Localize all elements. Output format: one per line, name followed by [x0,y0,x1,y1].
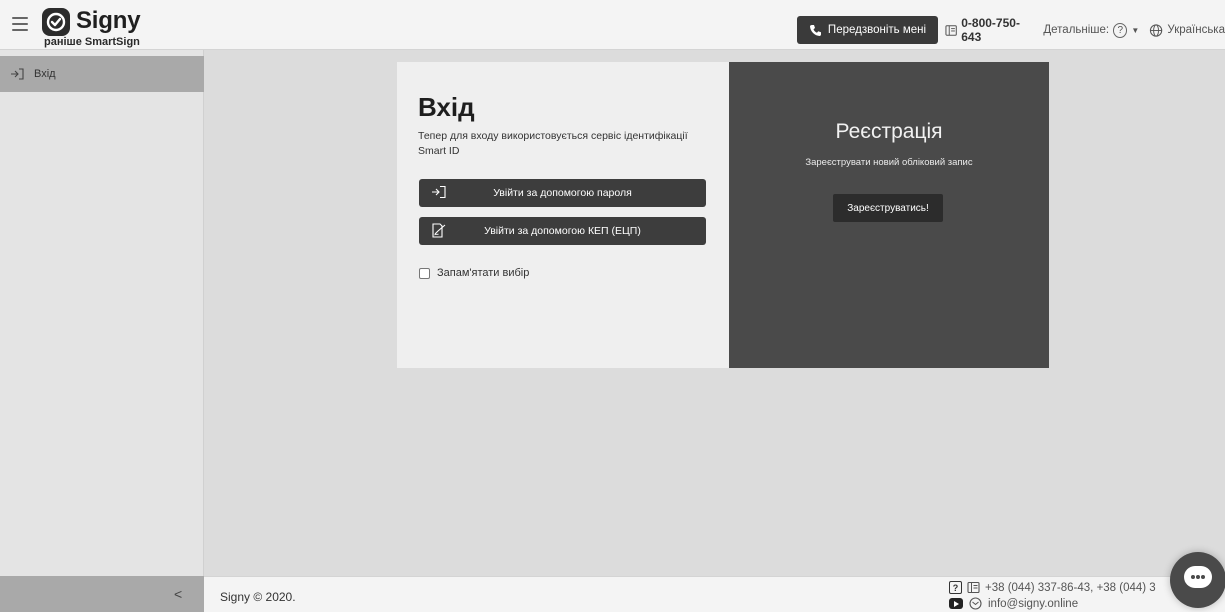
login-title: Вхід [418,92,475,122]
login-panel: Вхід Тепер для входу використовується се… [397,62,729,368]
remember-choice: Запам'ятати вибір [419,267,529,279]
footer: Signy © 2020. ? +38 (044) 337-86-43, +38… [204,576,1225,612]
footer-phones[interactable]: +38 (044) 337-86-43, +38 (044) 3 [985,582,1156,594]
phone-icon [809,24,821,36]
callback-button[interactable]: Передзвоніть мені [797,16,938,44]
sidebar-item-login[interactable]: Вхід [0,56,204,92]
remember-label[interactable]: Запам'ятати вибір [437,267,529,279]
brand-subtitle: раніше SmartSign [44,36,140,48]
caret-down-icon[interactable]: ▼ [1131,26,1139,35]
sidebar-footer: < [0,576,204,612]
footer-phones-row: ? +38 (044) 337-86-43, +38 (044) 3 [949,581,1156,594]
register-button[interactable]: Зареєструватись! [833,194,943,222]
registration-title: Реєстрація [835,120,943,143]
help-box-icon[interactable]: ? [949,581,962,594]
remember-checkbox[interactable] [419,267,430,279]
footer-email-row: info@signy.online [949,597,1078,610]
chevron-left-icon[interactable]: < [174,586,182,602]
hamburger-menu-icon[interactable] [12,17,28,31]
globe-icon[interactable] [1149,23,1163,38]
login-arrow-icon [11,68,24,80]
top-bar: Signy раніше SmartSign Передзвоніть мені… [0,0,1225,50]
copyright: Signy © 2020. [220,590,296,604]
kep-login-button[interactable]: Увійти за допомогою КЕП (ЕЦП) [419,217,706,245]
sidebar-item-label: Вхід [34,68,56,80]
kep-login-label: Увійти за допомогою КЕП (ЕЦП) [484,225,641,237]
brand-name: Signy [76,7,141,34]
password-login-label: Увійти за допомогою пароля [493,187,632,199]
language-selector[interactable]: Українська [1167,24,1225,36]
phone-book-icon [945,24,957,36]
hotline-number[interactable]: 0-800-750-643 [961,16,1035,44]
chat-widget-button[interactable] [1170,552,1225,608]
help-icon[interactable]: ? [1113,22,1128,38]
contact-bar: 0-800-750-643 Детальніше: ? ▼ Українська [945,16,1225,44]
login-description: Тепер для входу використовується сервіс … [418,130,688,157]
callback-label: Передзвоніть мені [827,24,927,36]
sidebar: Вхід [0,50,204,576]
email-icon [969,597,982,610]
details-label: Детальніше: [1043,24,1110,36]
youtube-icon[interactable] [949,598,963,609]
password-login-button[interactable]: Увійти за допомогою пароля [419,179,706,207]
phone-book-icon [967,581,980,594]
chat-icon [1184,566,1212,588]
registration-panel: Реєстрація Зареєструвати новий обліковий… [729,62,1049,368]
footer-email[interactable]: info@signy.online [988,598,1078,610]
registration-description: Зареєструвати новий обліковий запис [805,157,973,168]
signy-logo-icon [42,8,70,36]
